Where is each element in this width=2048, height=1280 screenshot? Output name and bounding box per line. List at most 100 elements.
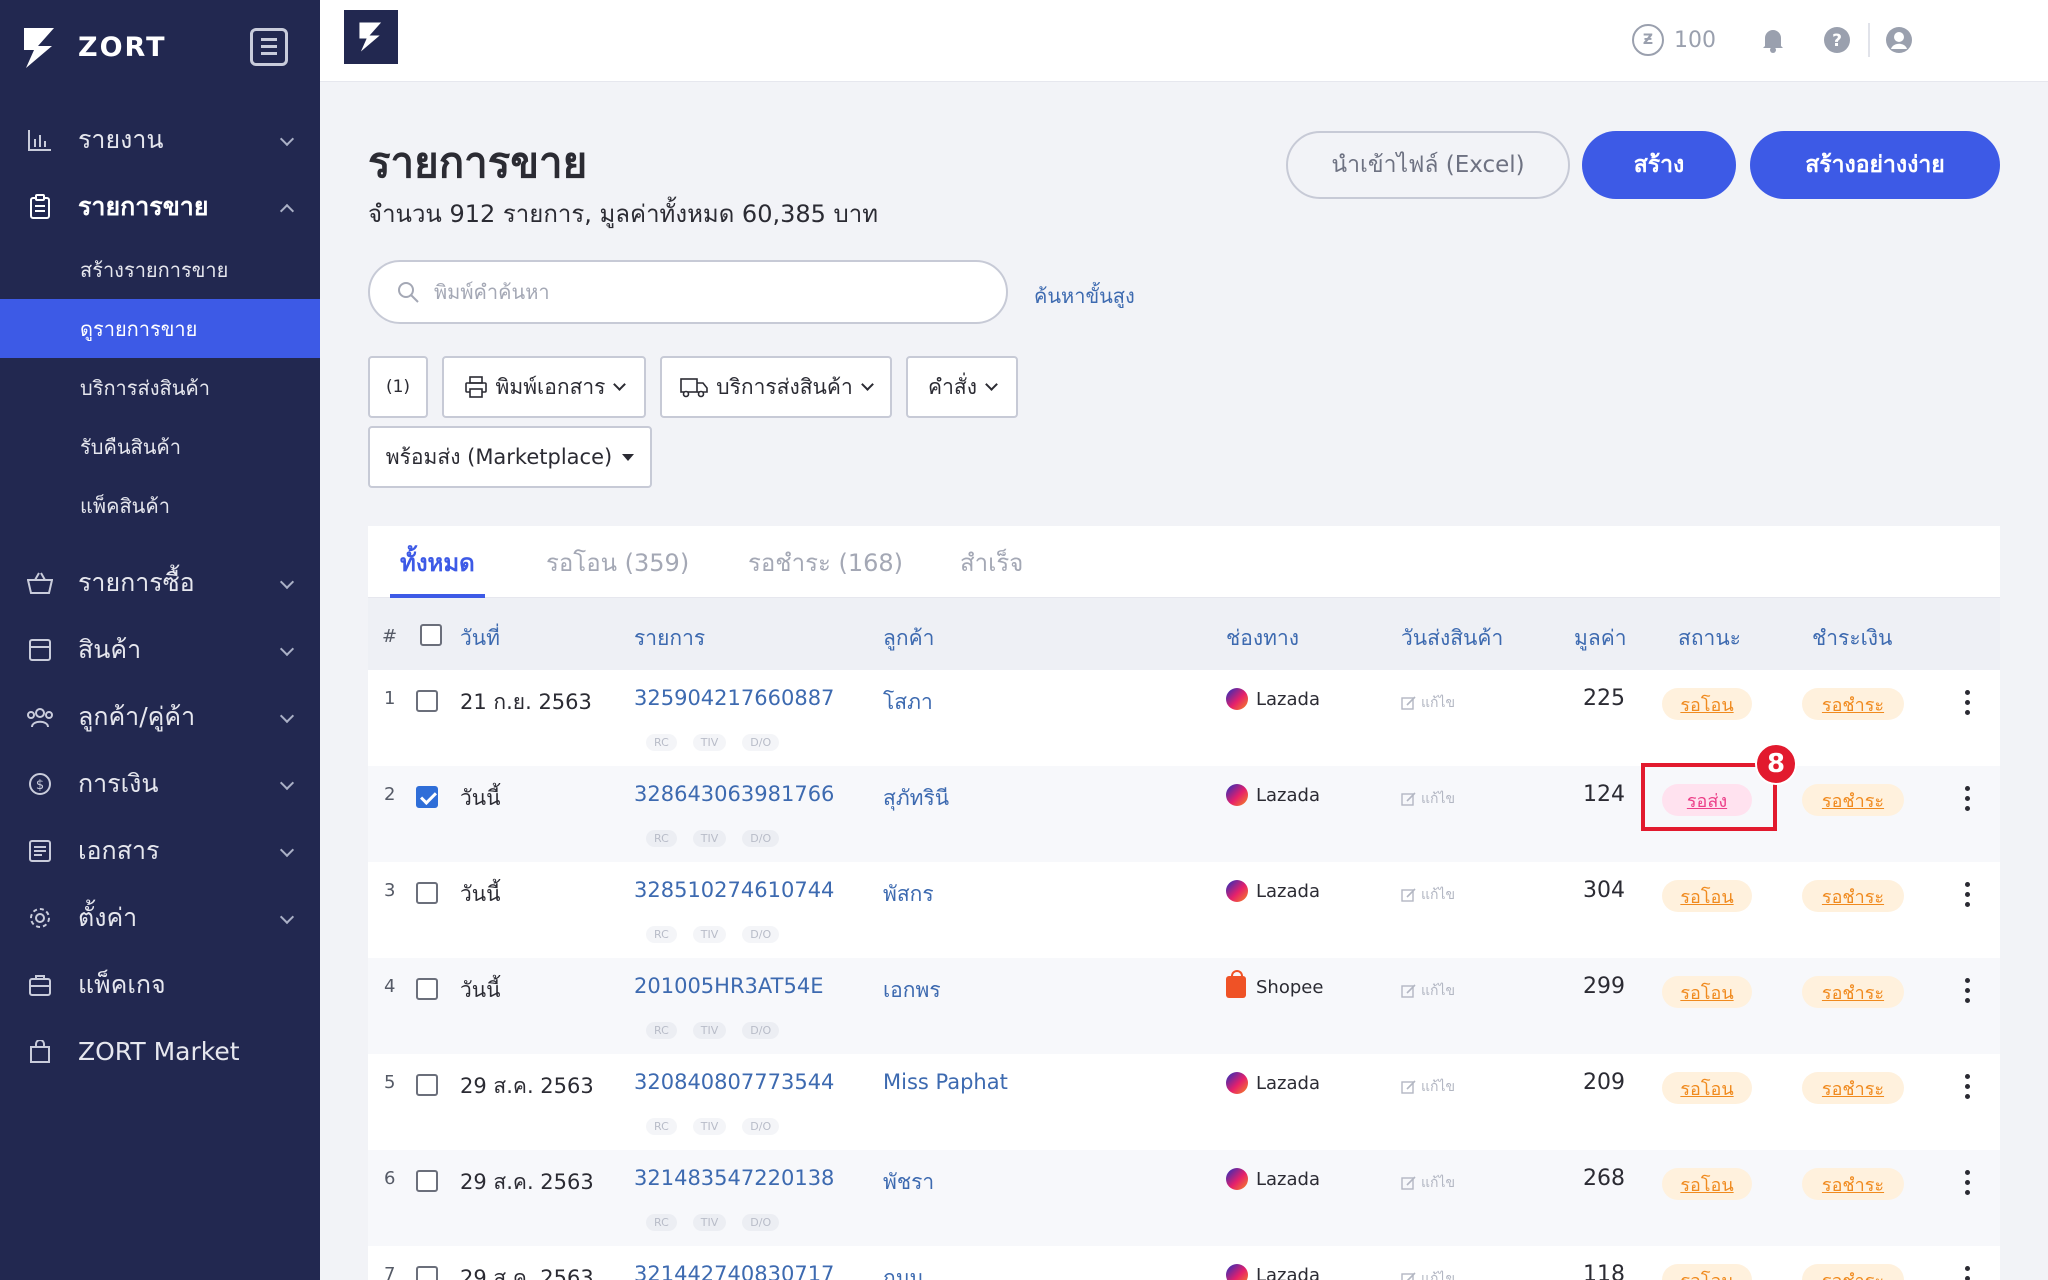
status-badge[interactable]: รอโอน <box>1662 1072 1752 1104</box>
ship-date-edit[interactable]: แก้ไข <box>1401 980 1455 1002</box>
order-number-link[interactable]: 201005HR3AT54E <box>634 974 823 998</box>
more-options-icon[interactable] <box>1964 882 1972 908</box>
doc-tag-tiv[interactable]: TIV <box>692 1022 727 1039</box>
order-number-link[interactable]: 328510274610744 <box>634 878 834 902</box>
subitem-view-sales[interactable]: ดูรายการขาย <box>0 299 320 358</box>
order-number-link[interactable]: 325904217660887 <box>634 686 834 710</box>
more-options-icon[interactable] <box>1964 786 1972 812</box>
doc-tag-tiv[interactable]: TIV <box>692 1118 727 1135</box>
subitem-returns[interactable]: รับคืนสินค้า <box>0 417 320 476</box>
tab-all[interactable]: ทั้งหมด <box>390 526 485 598</box>
table-row[interactable]: 2 วันนี้ 328643063981766 RC TIV D/O สุภัทรินี L… <box>368 766 2000 862</box>
sidebar-item-reports[interactable]: รายงาน <box>0 106 320 173</box>
payment-badge[interactable]: รอชำระ <box>1802 1072 1904 1104</box>
doc-tag-do[interactable]: D/O <box>742 1022 780 1039</box>
row-checkbox[interactable] <box>416 882 438 904</box>
status-badge[interactable]: รอส่ง <box>1662 784 1752 816</box>
header-customer[interactable]: ลูกค้า <box>883 622 934 655</box>
header-status[interactable]: สถานะ <box>1678 622 1741 655</box>
order-number-link[interactable]: 320840807773544 <box>634 1070 834 1094</box>
more-options-icon[interactable] <box>1964 690 1972 716</box>
header-value[interactable]: มูลค่า <box>1574 622 1627 655</box>
row-checkbox[interactable] <box>416 978 438 1000</box>
doc-tag-rc[interactable]: RC <box>646 926 677 943</box>
sidebar-item-documents[interactable]: เอกสาร <box>0 817 320 884</box>
more-options-icon[interactable] <box>1964 1074 1972 1100</box>
doc-tag-do[interactable]: D/O <box>742 926 780 943</box>
sidebar-item-sales[interactable]: รายการขาย <box>0 173 320 240</box>
customer-link[interactable]: กมน <box>883 1262 924 1280</box>
select-all-checkbox[interactable] <box>420 624 442 646</box>
shipping-service-dropdown[interactable]: บริการส่งสินค้า <box>660 356 892 418</box>
sidebar-item-package[interactable]: แพ็คเกจ <box>0 951 320 1018</box>
sidebar-item-products[interactable]: สินค้า <box>0 616 320 683</box>
row-checkbox[interactable] <box>416 1170 438 1192</box>
payment-badge[interactable]: รอชำระ <box>1802 1264 1904 1280</box>
header-channel[interactable]: ช่องทาง <box>1226 622 1299 655</box>
status-badge[interactable]: รอโอน <box>1662 1264 1752 1280</box>
table-row[interactable]: 5 29 ส.ค. 2563 320840807773544 RC TIV D/O Miss… <box>368 1054 2000 1150</box>
row-checkbox[interactable] <box>416 1074 438 1096</box>
doc-tag-do[interactable]: D/O <box>742 1118 780 1135</box>
customer-link[interactable]: พัชรา <box>883 1166 934 1199</box>
doc-tag-rc[interactable]: RC <box>646 734 677 751</box>
status-badge[interactable]: รอโอน <box>1662 688 1752 720</box>
sidebar-item-settings[interactable]: ตั้งค่า <box>0 884 320 951</box>
create-button[interactable]: สร้าง <box>1582 131 1736 199</box>
doc-tag-tiv[interactable]: TIV <box>692 1214 727 1231</box>
table-row[interactable]: 4 วันนี้ 201005HR3AT54E RC TIV D/O เอกพร Shopee… <box>368 958 2000 1054</box>
payment-badge[interactable]: รอชำระ <box>1802 688 1904 720</box>
more-options-icon[interactable] <box>1964 1170 1972 1196</box>
zort-logo-icon[interactable] <box>344 10 398 64</box>
marketplace-filter-dropdown[interactable]: พร้อมส่ง (Marketplace) <box>368 426 652 488</box>
table-row[interactable]: 3 วันนี้ 328510274610744 RC TIV D/O พัสกร Lazad… <box>368 862 2000 958</box>
search-input[interactable] <box>434 280 974 304</box>
order-number-link[interactable]: 328643063981766 <box>634 782 834 806</box>
order-number-link[interactable]: 321442740830717 <box>634 1262 834 1280</box>
status-badge[interactable]: รอโอน <box>1662 1168 1752 1200</box>
customer-link[interactable]: พัสกร <box>883 878 934 911</box>
ship-date-edit[interactable]: แก้ไข <box>1401 1172 1455 1194</box>
help-icon[interactable]: ? <box>1822 25 1852 55</box>
import-excel-button[interactable]: นำเข้าไฟล์ (Excel) <box>1286 131 1570 199</box>
customer-link[interactable]: เอกพร <box>883 974 941 1007</box>
header-date[interactable]: วันที่ <box>460 622 500 655</box>
doc-tag-do[interactable]: D/O <box>742 830 780 847</box>
table-row[interactable]: 1 21 ก.ย. 2563 325904217660887 RC TIV D/O โสภา… <box>368 670 2000 766</box>
payment-badge[interactable]: รอชำระ <box>1802 784 1904 816</box>
more-options-icon[interactable] <box>1964 978 1972 1004</box>
header-ship-date[interactable]: วันส่งสินค้า <box>1401 622 1503 655</box>
commands-dropdown[interactable]: คำสั่ง <box>906 356 1018 418</box>
table-row[interactable]: 6 29 ส.ค. 2563 321483547220138 RC TIV D/O พัชร… <box>368 1150 2000 1246</box>
sidebar-item-finance[interactable]: $ การเงิน <box>0 750 320 817</box>
ship-date-edit[interactable]: แก้ไข <box>1401 788 1455 810</box>
customer-link[interactable]: สุภัทรินี <box>883 782 949 815</box>
table-row[interactable]: 729 ส.ค. 2563321442740830717RCTIVD/OกมนL… <box>368 1246 2000 1280</box>
sidebar-item-zort-market[interactable]: ZORT Market <box>0 1018 320 1085</box>
header-payment[interactable]: ชำระเงิน <box>1812 622 1892 655</box>
doc-tag-tiv[interactable]: TIV <box>692 830 727 847</box>
sidebar-item-purchases[interactable]: รายการซื้อ <box>0 549 320 616</box>
zort-logo-icon[interactable] <box>22 26 58 70</box>
tab-awaiting-transfer[interactable]: รอโอน (359) <box>546 526 689 598</box>
doc-tag-rc[interactable]: RC <box>646 1214 677 1231</box>
advanced-search-link[interactable]: ค้นหาขั้นสูง <box>1034 280 1135 312</box>
selected-count-button[interactable]: (1) <box>368 356 428 418</box>
easy-create-button[interactable]: สร้างอย่างง่าย <box>1750 131 2000 199</box>
payment-badge[interactable]: รอชำระ <box>1802 976 1904 1008</box>
tab-completed[interactable]: สำเร็จ <box>960 526 1023 598</box>
row-checkbox[interactable] <box>416 690 438 712</box>
doc-tag-do[interactable]: D/O <box>742 734 780 751</box>
sidebar-item-customers[interactable]: ลูกค้า/คู่ค้า <box>0 683 320 750</box>
doc-tag-rc[interactable]: RC <box>646 1022 677 1039</box>
row-checkbox[interactable] <box>416 1266 438 1280</box>
customer-link[interactable]: Miss Paphat <box>883 1070 1008 1094</box>
more-options-icon[interactable] <box>1964 1266 1972 1280</box>
subitem-packing[interactable]: แพ็คสินค้า <box>0 476 320 535</box>
doc-tag-rc[interactable]: RC <box>646 830 677 847</box>
doc-tag-tiv[interactable]: TIV <box>692 926 727 943</box>
ship-date-edit[interactable]: แก้ไข <box>1401 1076 1455 1098</box>
subitem-shipping-service[interactable]: บริการส่งสินค้า <box>0 358 320 417</box>
doc-tag-do[interactable]: D/O <box>742 1214 780 1231</box>
bell-icon[interactable] <box>1758 25 1788 55</box>
